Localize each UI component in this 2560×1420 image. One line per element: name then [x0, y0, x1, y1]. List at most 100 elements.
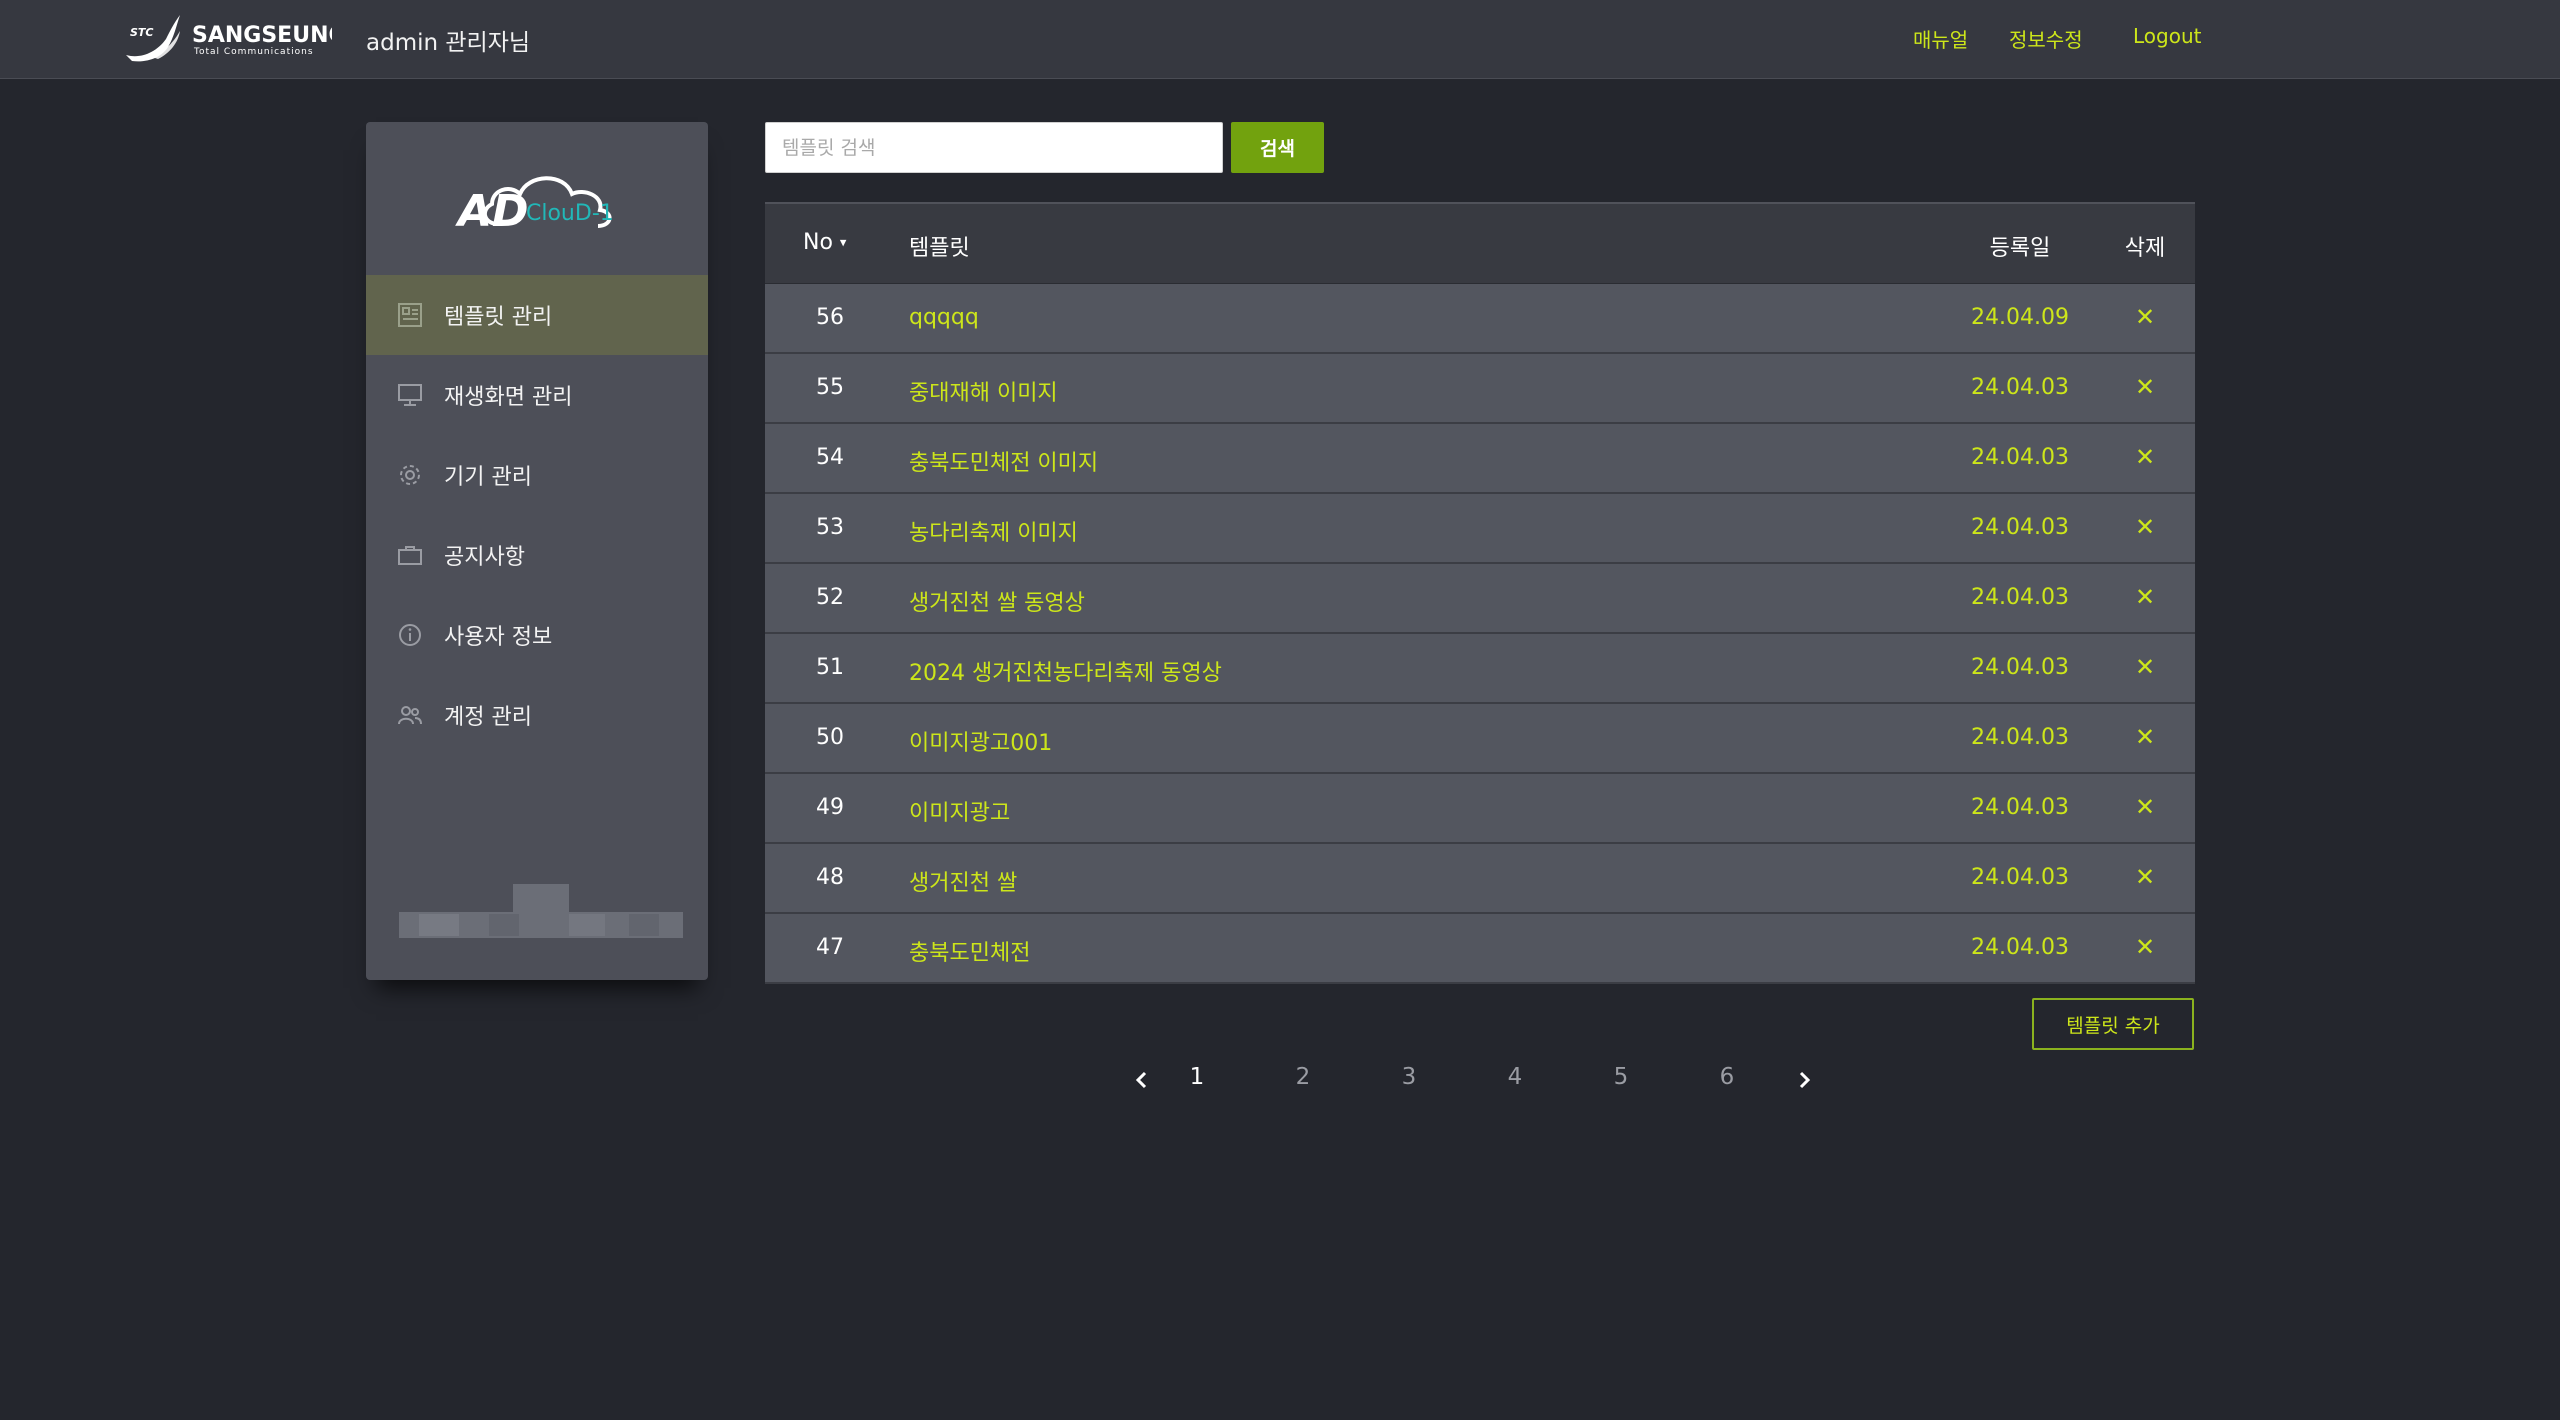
template-name-link[interactable]: 생거진천 쌀 [909, 865, 1017, 897]
sidebar-item-display[interactable]: 재생화면 관리 [366, 355, 708, 435]
table-row: 52 생거진천 쌀 동영상 24.04.03 ✕ [765, 564, 2195, 634]
sidebar-item-label: 공지사항 [444, 545, 525, 570]
brand-badge: STC [130, 26, 154, 39]
info-icon [399, 624, 421, 646]
registered-date: 24.04.03 [1971, 725, 2069, 750]
blurred-footer-image [399, 884, 683, 938]
sidebar-item-label: 템플릿 관리 [444, 305, 553, 330]
brand-subtitle: Total Communications [193, 47, 314, 57]
header-date: 등록일 [1989, 236, 2051, 261]
chevron-right-icon[interactable] [1792, 1068, 1816, 1092]
logout-link[interactable]: Logout [2133, 24, 2201, 48]
sidebar-item-label: 사용자 정보 [444, 625, 553, 650]
search-button[interactable]: 검색 [1231, 122, 1324, 173]
template-name-link[interactable]: 생거진천 쌀 동영상 [909, 585, 1085, 617]
delete-icon[interactable]: ✕ [2120, 723, 2170, 751]
table-row: 49 이미지광고 24.04.03 ✕ [765, 774, 2195, 844]
table-row: 50 이미지광고001 24.04.03 ✕ [765, 704, 2195, 774]
row-number: 49 [816, 795, 844, 820]
add-template-button[interactable]: 템플릿 추가 [2032, 998, 2194, 1050]
delete-icon[interactable]: ✕ [2120, 303, 2170, 331]
table-row: 53 농다리축제 이미지 24.04.03 ✕ [765, 494, 2195, 564]
top-bar: STC SANGSEUNG Total Communications admin… [0, 0, 2560, 79]
delete-icon[interactable]: ✕ [2120, 863, 2170, 891]
sidebar-item-label: 재생화면 관리 [444, 385, 573, 410]
logo-text-main: AD [455, 186, 529, 234]
table-row: 47 충북도민체전 24.04.03 ✕ [765, 914, 2195, 984]
table-row: 51 2024 생거진천농다리축제 동영상 24.04.03 ✕ [765, 634, 2195, 704]
sidebar-item-account[interactable]: 계정 관리 [366, 675, 708, 755]
page-link[interactable]: 1 [1177, 1064, 1217, 1090]
sidebar-item-device[interactable]: 기기 관리 [366, 435, 708, 515]
delete-icon[interactable]: ✕ [2120, 443, 2170, 471]
page-link[interactable]: 4 [1495, 1064, 1535, 1090]
users-icon [398, 706, 422, 725]
table-row: 55 중대재해 이미지 24.04.03 ✕ [765, 354, 2195, 424]
sidebar-item-label: 계정 관리 [444, 705, 532, 730]
registered-date: 24.04.03 [1971, 655, 2069, 680]
template-name-link[interactable]: 농다리축제 이미지 [909, 515, 1078, 547]
template-name-link[interactable]: 2024 생거진천농다리축제 동영상 [909, 655, 1222, 687]
registered-date: 24.04.03 [1971, 865, 2069, 890]
registered-date: 24.04.03 [1971, 375, 2069, 400]
row-number: 48 [816, 865, 844, 890]
registered-date: 24.04.09 [1971, 305, 2069, 330]
registered-date: 24.04.03 [1971, 515, 2069, 540]
template-table: No ▾ 템플릿 등록일 삭제 56 qqqqq 24.04.09 ✕ 55 중대재해 이… [765, 202, 2195, 984]
header-delete: 삭제 [2124, 236, 2166, 261]
sangseung-logo[interactable]: STC SANGSEUNG Total Communications [122, 9, 332, 65]
template-name-link[interactable]: 중대재해 이미지 [909, 375, 1058, 407]
row-number: 54 [816, 445, 844, 470]
row-number: 56 [816, 305, 844, 330]
row-number: 47 [816, 935, 844, 960]
header-template: 템플릿 [909, 236, 970, 261]
delete-icon[interactable]: ✕ [2120, 513, 2170, 541]
table-row: 56 qqqqq 24.04.09 ✕ [765, 284, 2195, 354]
row-number: 55 [816, 375, 844, 400]
row-number: 53 [816, 515, 844, 540]
template-name-link[interactable]: 이미지광고001 [909, 725, 1052, 757]
table-body: 56 qqqqq 24.04.09 ✕ 55 중대재해 이미지 24.04.03 ✕ 54 충북도… [765, 284, 2195, 984]
sidebar-item-template[interactable]: 템플릿 관리 [366, 275, 708, 355]
edit-profile-link[interactable]: 정보수정 [2009, 24, 2083, 53]
row-number: 52 [816, 585, 844, 610]
header-no[interactable]: No ▾ [803, 230, 846, 255]
template-search-input[interactable] [765, 122, 1223, 173]
sort-down-icon: ▾ [839, 235, 847, 251]
sidebar: AD ClouD-1 템플릿 관리 재생화면 관리 기기 관리 공지사항 사용자… [366, 122, 708, 980]
adcloud-logo[interactable]: AD ClouD-1 [454, 166, 624, 234]
sidebar-item-label: 기기 관리 [444, 465, 532, 490]
chevron-left-icon[interactable] [1130, 1068, 1154, 1092]
gear-icon [400, 465, 420, 485]
template-name-link[interactable]: qqqqq [909, 305, 979, 330]
briefcase-icon [398, 546, 422, 565]
row-number: 51 [816, 655, 844, 680]
page-link[interactable]: 3 [1389, 1064, 1429, 1090]
template-name-link[interactable]: 이미지광고 [909, 795, 1010, 827]
pagination: 1 2 3 4 5 6 [1130, 1062, 1830, 1098]
delete-icon[interactable]: ✕ [2120, 583, 2170, 611]
registered-date: 24.04.03 [1971, 585, 2069, 610]
delete-icon[interactable]: ✕ [2120, 793, 2170, 821]
row-number: 50 [816, 725, 844, 750]
monitor-icon [398, 384, 422, 406]
header-no-label: No [803, 230, 833, 255]
template-name-link[interactable]: 충북도민체전 [909, 935, 1030, 967]
template-icon [398, 303, 422, 327]
registered-date: 24.04.03 [1971, 795, 2069, 820]
page-link[interactable]: 5 [1601, 1064, 1641, 1090]
admin-greeting: admin 관리자님 [366, 30, 531, 56]
delete-icon[interactable]: ✕ [2120, 653, 2170, 681]
delete-icon[interactable]: ✕ [2120, 933, 2170, 961]
sidebar-item-user-info[interactable]: 사용자 정보 [366, 595, 708, 675]
registered-date: 24.04.03 [1971, 935, 2069, 960]
brand-name: SANGSEUNG [192, 23, 332, 48]
page-link[interactable]: 6 [1707, 1064, 1747, 1090]
table-header: No ▾ 템플릿 등록일 삭제 [765, 202, 2195, 284]
sidebar-item-notice[interactable]: 공지사항 [366, 515, 708, 595]
template-name-link[interactable]: 충북도민체전 이미지 [909, 445, 1098, 477]
delete-icon[interactable]: ✕ [2120, 373, 2170, 401]
page-link[interactable]: 2 [1283, 1064, 1323, 1090]
table-row: 48 생거진천 쌀 24.04.03 ✕ [765, 844, 2195, 914]
manual-link[interactable]: 매뉴얼 [1913, 24, 1968, 53]
